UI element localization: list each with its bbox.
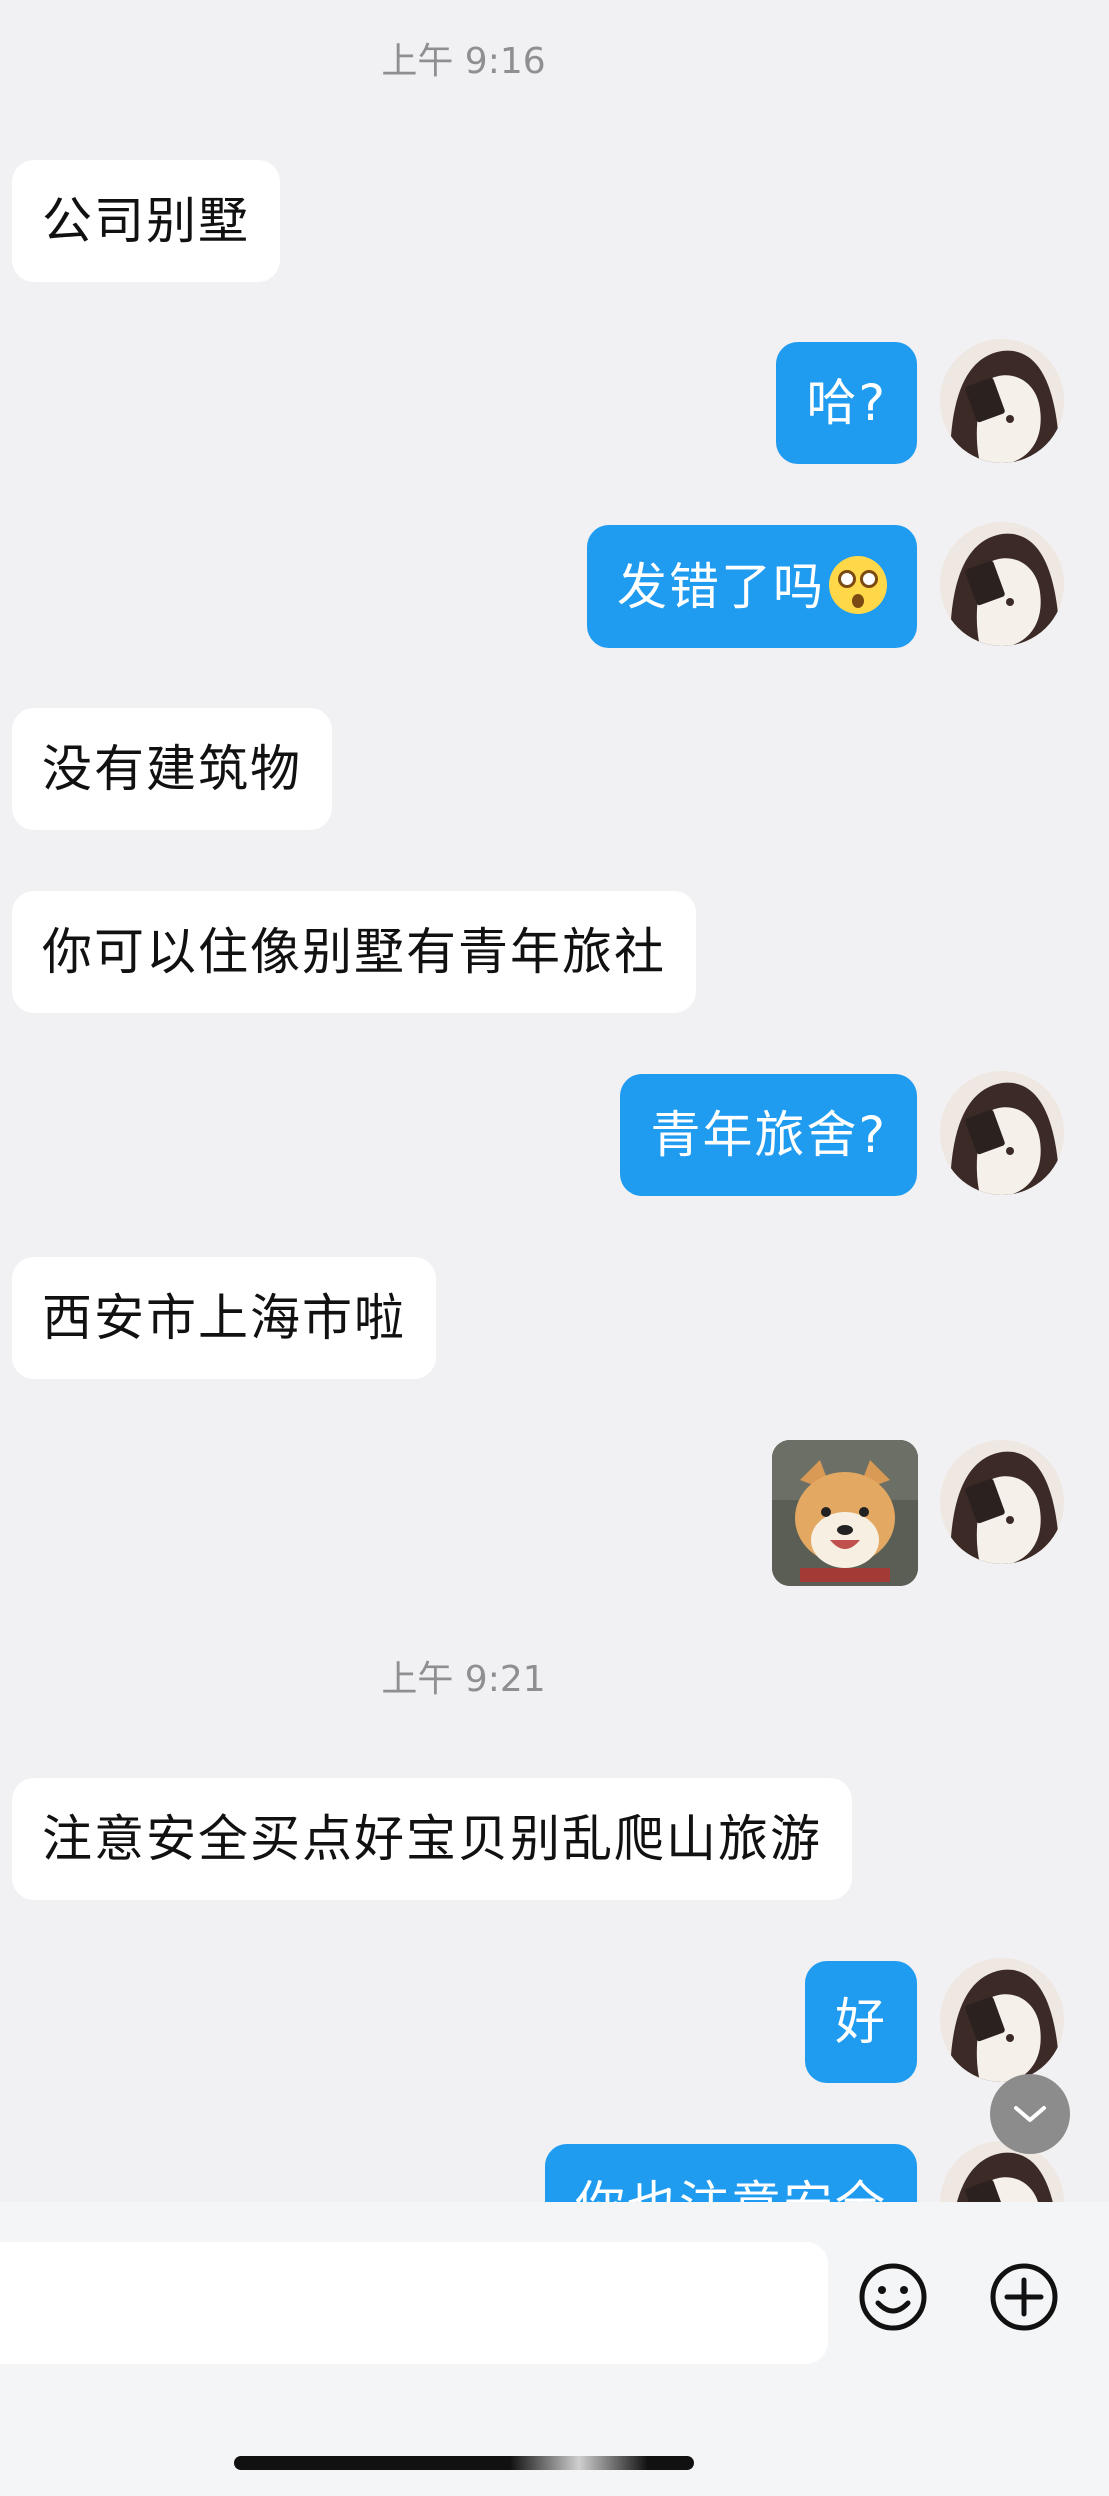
avatar-illustration [940,1440,1064,1564]
shiba-dog-sticker[interactable] [772,1440,918,1586]
avatar-illustration [940,1071,1064,1195]
incoming-message[interactable]: 注意安全买点好宝贝别乱爬山旅游 [12,1778,852,1900]
chevron-down-icon [1014,2106,1046,2122]
outgoing-message[interactable]: 发错了吗 [587,525,917,648]
message-input[interactable] [0,2242,828,2364]
outgoing-message[interactable]: 好 [805,1961,917,2083]
outgoing-message[interactable]: 哈? [776,342,917,464]
avatar[interactable] [940,1440,1064,1564]
avatar[interactable] [940,1071,1064,1195]
chat-area[interactable]: 上午 9:16 公司别墅 哈? 发错了吗 没有建筑物 你可以住像别墅有青年旅社 … [0,0,1109,2266]
avatar[interactable] [940,522,1064,646]
plus-circle-icon[interactable] [988,2261,1060,2333]
incoming-message[interactable]: 公司别墅 [12,160,280,282]
smiley-icon[interactable] [857,2261,929,2333]
astonished-face-icon [829,556,887,614]
avatar-illustration [940,339,1064,463]
sticker-image [772,1440,918,1586]
scroll-to-bottom-button[interactable] [990,2074,1070,2154]
avatar-illustration [940,522,1064,646]
home-indicator [234,2456,694,2470]
incoming-message[interactable]: 没有建筑物 [12,708,332,830]
message-text: 发错了吗 [617,558,825,616]
outgoing-message[interactable]: 青年旅舍? [620,1074,917,1196]
incoming-message[interactable]: 你可以住像别墅有青年旅社 [12,891,696,1013]
avatar[interactable] [940,1958,1064,2082]
timestamp: 上午 9:21 [381,1659,546,1700]
avatar-illustration [940,1958,1064,2082]
avatar[interactable] [940,339,1064,463]
timestamp: 上午 9:16 [381,41,546,82]
input-bar [0,2202,1109,2496]
incoming-message[interactable]: 西安市上海市啦 [12,1257,436,1379]
